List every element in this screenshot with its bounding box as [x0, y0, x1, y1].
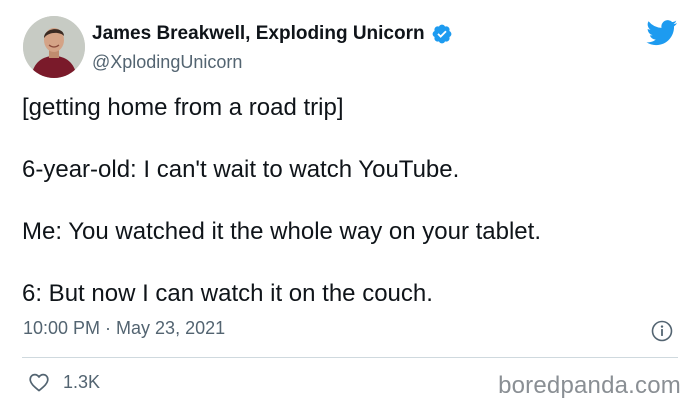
like-count: 1.3K	[63, 371, 101, 392]
twitter-bird-icon[interactable]	[646, 20, 678, 46]
user-handle[interactable]: @XplodingUnicorn	[92, 51, 453, 73]
like-button[interactable]: 1.3K	[27, 370, 100, 394]
user-info: James Breakwell, Exploding Unicorn @Xplo…	[92, 22, 453, 73]
tweet-line: 6-year-old: I can't wait to watch YouTub…	[22, 156, 460, 183]
tweet-line: 6: But now I can watch it on the couch.	[22, 280, 433, 307]
info-icon[interactable]	[651, 320, 673, 342]
avatar[interactable]	[23, 16, 85, 78]
tweet-line: Me: You watched it the whole way on your…	[22, 218, 541, 245]
display-name[interactable]: James Breakwell, Exploding Unicorn	[92, 22, 425, 46]
display-name-row: James Breakwell, Exploding Unicorn	[92, 22, 453, 46]
tweet-text: [getting home from a road trip] 6-year-o…	[22, 92, 672, 310]
verified-badge-icon	[431, 23, 453, 45]
heart-icon	[27, 370, 51, 394]
tweet-card: James Breakwell, Exploding Unicorn @Xplo…	[0, 0, 700, 411]
watermark: boredpanda.com	[498, 372, 681, 399]
avatar-image	[23, 16, 85, 78]
divider	[22, 357, 678, 358]
tweet-line: [getting home from a road trip]	[22, 94, 344, 121]
tweet-timestamp[interactable]: 10:00 PM · May 23, 2021	[23, 318, 225, 339]
